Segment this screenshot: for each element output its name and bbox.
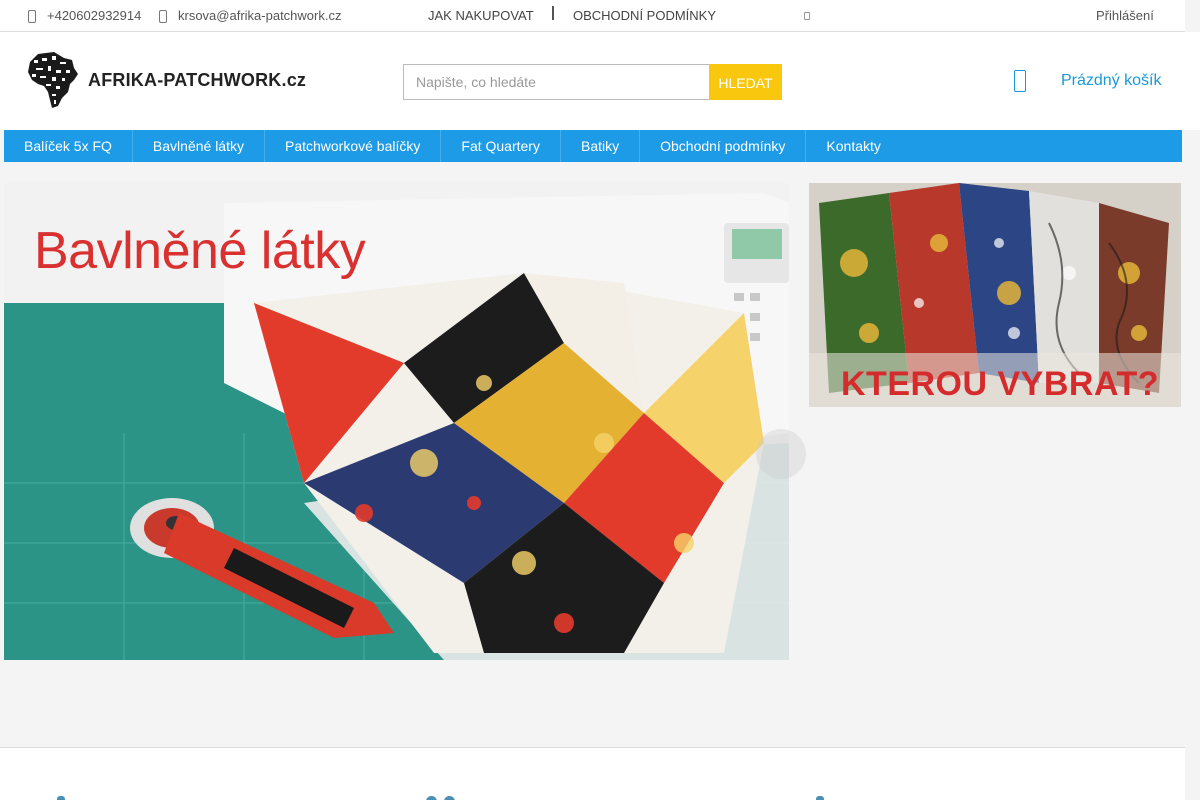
features-strip bbox=[0, 747, 1185, 800]
email-address[interactable]: krsova@afrika-patchwork.cz bbox=[178, 8, 341, 23]
slide-title: Bavlněné látky bbox=[34, 222, 366, 280]
cart-icon[interactable] bbox=[1014, 70, 1026, 92]
lock-icon[interactable] bbox=[804, 12, 810, 20]
feature-icon bbox=[57, 796, 65, 800]
link-terms[interactable]: OBCHODNÍ PODMÍNKY bbox=[573, 0, 716, 31]
main-nav: Balíček 5x FQ Bavlněné látky Patchworkov… bbox=[4, 130, 1182, 162]
nav-item-obchodni-podminky[interactable]: Obchodní podmínky bbox=[640, 130, 807, 162]
nav-item-patchworkove-balicky[interactable]: Patchworkové balíčky bbox=[265, 130, 442, 162]
topbar-divider bbox=[552, 6, 554, 20]
site-logo[interactable]: AFRIKA-PATCHWORK.cz bbox=[24, 50, 306, 110]
nav-item-balicek-5x-fq[interactable]: Balíček 5x FQ bbox=[4, 130, 133, 162]
mail-icon bbox=[155, 9, 169, 23]
cart-link[interactable]: Prázdný košík bbox=[1014, 70, 1161, 92]
phone-icon bbox=[24, 9, 38, 23]
email-contact[interactable]: krsova@afrika-patchwork.cz bbox=[155, 0, 341, 31]
nav-item-batiky[interactable]: Batiky bbox=[561, 130, 641, 162]
site-header: AFRIKA-PATCHWORK.cz HLEDAT Prázdný košík bbox=[0, 32, 1200, 130]
search-input[interactable] bbox=[403, 64, 709, 100]
feature-icon bbox=[426, 796, 456, 800]
link-terms-label[interactable]: OBCHODNÍ PODMÍNKY bbox=[573, 8, 716, 23]
login-label[interactable]: Přihlášení bbox=[1096, 8, 1154, 23]
feature-icon bbox=[816, 796, 824, 800]
next-arrow-icon[interactable] bbox=[756, 429, 806, 479]
nav-item-fat-quartery[interactable]: Fat Quartery bbox=[441, 130, 561, 162]
top-bar: +420602932914 krsova@afrika-patchwork.cz… bbox=[0, 0, 1185, 32]
side-banner[interactable]: KTEROU VYBRAT? bbox=[809, 183, 1181, 407]
hero-slider[interactable]: Bavlněné látky bbox=[4, 183, 789, 660]
nav-item-kontakty[interactable]: Kontakty bbox=[806, 130, 900, 162]
cart-label[interactable]: Prázdný košík bbox=[1061, 72, 1161, 90]
login-link[interactable]: Přihlášení bbox=[1096, 0, 1154, 31]
phone-number[interactable]: +420602932914 bbox=[47, 8, 141, 23]
banner-title: KTEROU VYBRAT? bbox=[841, 365, 1160, 403]
logo-text[interactable]: AFRIKA-PATCHWORK.cz bbox=[88, 70, 306, 91]
search-button[interactable]: HLEDAT bbox=[709, 64, 782, 100]
link-how-to-buy[interactable]: JAK NAKUPOVAT bbox=[428, 0, 534, 31]
phone-contact[interactable]: +420602932914 bbox=[24, 0, 141, 31]
link-how-to-buy-label[interactable]: JAK NAKUPOVAT bbox=[428, 8, 534, 23]
nav-item-bavlnene-latky[interactable]: Bavlněné látky bbox=[133, 130, 265, 162]
search-form: HLEDAT bbox=[403, 64, 782, 100]
africa-logo-icon bbox=[24, 50, 80, 110]
